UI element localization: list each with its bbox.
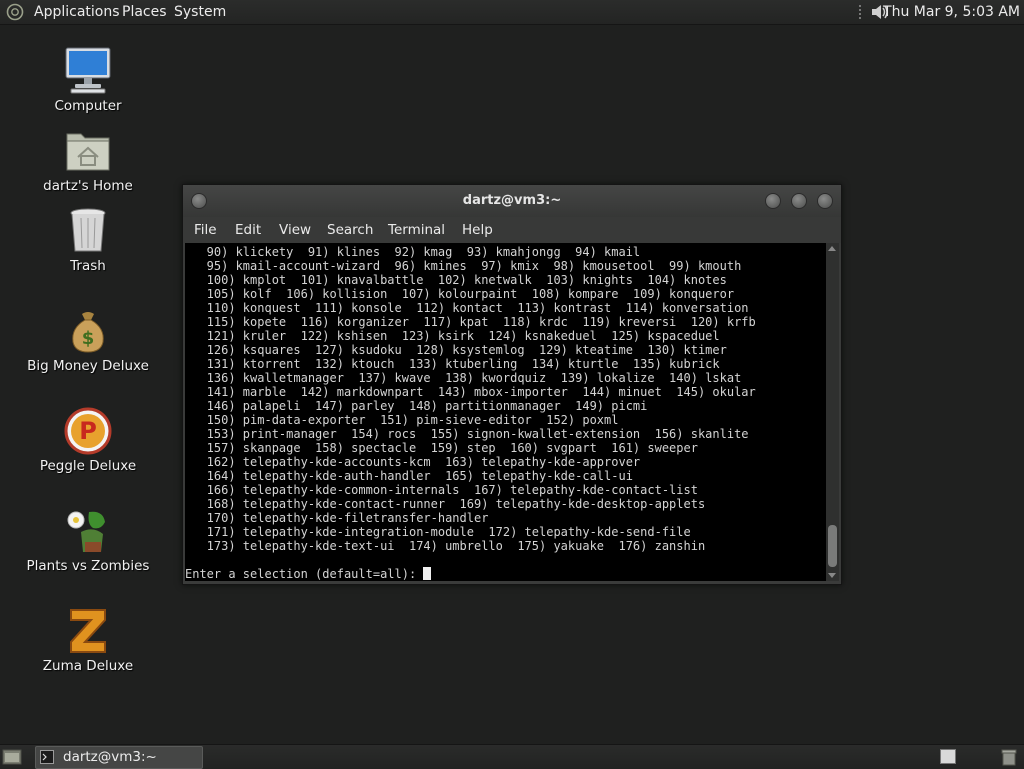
svg-text:$: $ bbox=[82, 328, 95, 349]
trash-icon bbox=[70, 208, 106, 252]
desktop-icon-label: Big Money Deluxe bbox=[27, 358, 149, 374]
top-panel: Applications Places System Thu Mar 9, 5:… bbox=[0, 0, 1024, 25]
terminal-line: 171) telepathy-kde-integration-module 17… bbox=[185, 525, 691, 539]
menu-system[interactable]: System bbox=[174, 4, 226, 20]
desktop-icon-label: Peggle Deluxe bbox=[39, 458, 137, 474]
terminal-line: 136) kwalletmanager 137) kwave 138) kwor… bbox=[185, 371, 742, 385]
desktop-icon-label: Plants vs Zombies bbox=[26, 558, 150, 574]
terminal-icon bbox=[40, 750, 54, 764]
clock[interactable]: Thu Mar 9, 5:03 AM bbox=[883, 4, 1020, 20]
terminal-line: 168) telepathy-kde-contact-runner 169) t… bbox=[185, 497, 706, 511]
terminal-line: 170) telepathy-kde-filetransfer-handler bbox=[185, 511, 489, 525]
desktop-icon-peggle[interactable]: P Peggle Deluxe bbox=[13, 406, 163, 476]
terminal-line: 105) kolf 106) kollision 107) kolourpain… bbox=[185, 287, 735, 301]
terminal-prompt: Enter a selection (default=all): bbox=[185, 567, 424, 581]
desktop-icon-plants-vs-zombies[interactable]: Plants vs Zombies bbox=[13, 506, 163, 576]
scrollbar-thumb[interactable] bbox=[828, 525, 837, 567]
home-folder-icon bbox=[66, 133, 110, 171]
desktop-icon-computer[interactable]: Computer bbox=[13, 46, 163, 116]
terminal-scrollbar[interactable] bbox=[826, 243, 839, 581]
terminal-line: 157) skanpage 158) spectacle 159) step 1… bbox=[185, 441, 698, 455]
terminal-line: 166) telepathy-kde-common-internals 167)… bbox=[185, 483, 698, 497]
zuma-icon bbox=[70, 609, 106, 653]
terminal-line: 173) telepathy-kde-text-ui 174) umbrello… bbox=[185, 539, 706, 553]
peggle-icon: P bbox=[64, 407, 112, 455]
terminal-line: 150) pim-data-exporter 151) pim-sieve-ed… bbox=[185, 413, 619, 427]
minimize-icon[interactable] bbox=[765, 193, 781, 209]
taskbar-button-terminal[interactable]: dartz@vm3:~ bbox=[35, 746, 203, 769]
money-bag-icon: $ bbox=[72, 312, 104, 353]
desktop-icon-label: dartz's Home bbox=[43, 178, 133, 194]
terminal-line: 126) ksquares 127) ksudoku 128) ksysteml… bbox=[185, 343, 727, 357]
terminal-line: 90) klickety 91) klines 92) kmag 93) kma… bbox=[185, 245, 641, 259]
close-icon[interactable] bbox=[817, 193, 833, 209]
terminal-line: 131) ktorrent 132) ktouch 133) ktuberlin… bbox=[185, 357, 720, 371]
show-desktop-icon[interactable] bbox=[2, 748, 22, 766]
workspace-switcher[interactable] bbox=[940, 749, 956, 764]
taskbar-button-label: dartz@vm3:~ bbox=[63, 749, 157, 765]
desktop-icon-label: Zuma Deluxe bbox=[42, 658, 134, 674]
terminal-line: 141) marble 142) markdownpart 143) mbox-… bbox=[185, 385, 756, 399]
terminal-line: 100) kmplot 101) knavalbattle 102) knetw… bbox=[185, 273, 727, 287]
computer-icon bbox=[65, 47, 111, 94]
terminal-line: 121) kruler 122) kshisen 123) ksirk 124)… bbox=[185, 329, 720, 343]
desktop-icon-home[interactable]: dartz's Home bbox=[13, 126, 163, 196]
desktop-icon-big-money[interactable]: $ Big Money Deluxe bbox=[13, 306, 163, 376]
scroll-up-icon[interactable] bbox=[828, 246, 836, 251]
menu-file[interactable]: File bbox=[194, 222, 217, 238]
menu-edit[interactable]: Edit bbox=[235, 222, 261, 238]
desktop-icon-trash[interactable]: Trash bbox=[13, 206, 163, 276]
terminal-line: 153) print-manager 154) rocs 155) signon… bbox=[185, 427, 749, 441]
maximize-icon[interactable] bbox=[791, 193, 807, 209]
terminal-prompt-line[interactable]: Enter a selection (default=all): bbox=[185, 567, 432, 581]
text-cursor bbox=[423, 567, 432, 580]
distro-logo-icon[interactable] bbox=[6, 3, 24, 21]
window-title: dartz@vm3:~ bbox=[462, 193, 562, 208]
menu-search[interactable]: Search bbox=[327, 222, 373, 238]
terminal-menubar: File Edit View Search Terminal Help bbox=[183, 217, 841, 243]
terminal-line: 162) telepathy-kde-accounts-kcm 163) tel… bbox=[185, 455, 641, 469]
panel-handle-icon bbox=[859, 5, 861, 19]
terminal-output[interactable]: 90) klickety 91) klines 92) kmag 93) kma… bbox=[185, 243, 826, 581]
menu-applications[interactable]: Applications bbox=[34, 4, 120, 20]
terminal-line: 95) kmail-account-wizard 96) kmines 97) … bbox=[185, 259, 742, 273]
menu-help[interactable]: Help bbox=[462, 222, 493, 238]
terminal-line: 110) konquest 111) konsole 112) kontact … bbox=[185, 301, 749, 315]
menu-view[interactable]: View bbox=[279, 222, 311, 238]
terminal-line: 146) palapeli 147) parley 148) partition… bbox=[185, 399, 648, 413]
desktop-icon-label: Computer bbox=[54, 98, 122, 114]
svg-text:P: P bbox=[79, 417, 97, 445]
desktop-icon-zuma[interactable]: Zuma Deluxe bbox=[13, 606, 163, 676]
terminal-line: 164) telepathy-kde-auth-handler 165) tel… bbox=[185, 469, 633, 483]
menu-terminal[interactable]: Terminal bbox=[388, 222, 445, 238]
desktop-icon-label: Trash bbox=[70, 258, 106, 274]
bottom-panel: dartz@vm3:~ bbox=[0, 744, 1024, 769]
scroll-down-icon[interactable] bbox=[828, 573, 836, 578]
trash-applet-icon[interactable] bbox=[1000, 748, 1018, 766]
menu-places[interactable]: Places bbox=[122, 4, 167, 20]
window-titlebar[interactable]: dartz@vm3:~ bbox=[183, 185, 841, 217]
plants-vs-zombies-icon bbox=[67, 511, 105, 552]
terminal-line: 115) kopete 116) korganizer 117) kpat 11… bbox=[185, 315, 756, 329]
terminal-window: dartz@vm3:~ File Edit View Search Termin… bbox=[182, 184, 842, 585]
